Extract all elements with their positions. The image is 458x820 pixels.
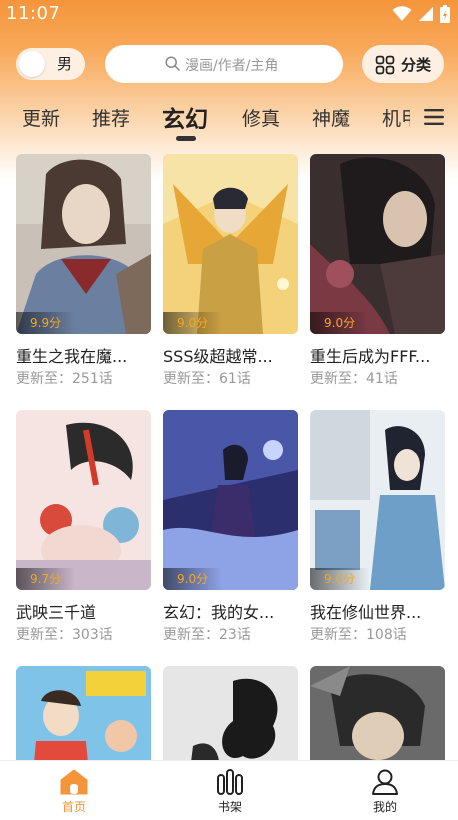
- comic-card[interactable]: 9.0分 我在修仙世界... 更新至：108话: [310, 410, 445, 644]
- comic-chapter: 更新至：41话: [310, 371, 398, 387]
- score-badge: 9.0分: [310, 568, 370, 590]
- comic-cover: 9.0分: [310, 154, 445, 334]
- tab-mecha[interactable]: 机甲: [382, 104, 410, 131]
- score-badge: 9.0分: [163, 568, 223, 590]
- comic-card[interactable]: 9.0分 SSS级超越常... 更新至：61话: [163, 154, 298, 388]
- comic-chapter: 更新至：303话: [16, 627, 113, 643]
- active-tab-indicator: [176, 136, 196, 141]
- tab-recommend[interactable]: 推荐: [92, 104, 130, 131]
- nav-home[interactable]: 首页: [34, 769, 114, 815]
- nav-profile-label: 我的: [372, 800, 397, 814]
- comic-cover: [310, 666, 445, 760]
- comic-cover: [163, 666, 298, 760]
- score-badge: 9.0分: [310, 312, 370, 334]
- comic-title: 重生后成为FFF...: [310, 347, 431, 365]
- category-label: 分类: [401, 56, 432, 74]
- comic-chapter: 更新至：251话: [16, 371, 113, 387]
- comic-card[interactable]: 9.9分 重生之我在魔... 更新至：251话: [16, 154, 151, 388]
- comic-cover: 9.0分: [163, 154, 298, 334]
- comic-cover: [16, 666, 151, 760]
- comic-card[interactable]: 9.7分 武映三千道 更新至：303话: [16, 410, 151, 644]
- comic-title: 武映三千道: [16, 603, 97, 621]
- gender-label: 男: [57, 55, 73, 73]
- battery-icon: [440, 5, 450, 23]
- comic-title: 重生之我在魔...: [16, 347, 128, 365]
- profile-icon: [372, 769, 398, 795]
- tab-update[interactable]: 更新: [22, 104, 60, 131]
- category-button[interactable]: 分类: [362, 45, 444, 83]
- tab-xiuzhen[interactable]: 修真: [242, 104, 280, 131]
- score-badge: 9.7分: [16, 568, 76, 590]
- tab-xuanhuan[interactable]: 玄幻: [162, 100, 208, 134]
- bottom-nav: 首页 书架 我的: [0, 760, 458, 820]
- status-time: 11:07: [6, 3, 61, 24]
- comic-title: 玄幻：我的女...: [163, 603, 275, 621]
- comic-chapter: 更新至：23话: [163, 627, 251, 643]
- comic-card[interactable]: [310, 666, 445, 760]
- nav-home-label: 首页: [61, 800, 86, 814]
- signal-icon: [419, 7, 433, 21]
- wifi-icon: [392, 6, 412, 21]
- gender-toggle[interactable]: 男: [16, 48, 85, 80]
- search-input[interactable]: 漫画/作者/主角: [105, 45, 343, 83]
- category-icon: [375, 55, 395, 75]
- comic-grid: 9.9分 重生之我在魔... 更新至：251话 9.0分 SSS级超越常... …: [0, 154, 458, 760]
- comic-card[interactable]: 9.0分 重生后成为FFF... 更新至：41话: [310, 154, 445, 388]
- comic-card[interactable]: [163, 666, 298, 760]
- comic-cover: 9.0分: [163, 410, 298, 590]
- score-badge: 9.0分: [163, 312, 223, 334]
- toggle-knob: [19, 51, 45, 77]
- nav-profile[interactable]: 我的: [345, 769, 425, 815]
- comic-cover: 9.9分: [16, 154, 151, 334]
- bookshelf-icon: [217, 769, 243, 795]
- search-placeholder: 漫画/作者/主角: [185, 58, 279, 74]
- search-row: 男 漫画/作者/主角 分类: [0, 45, 458, 83]
- comic-chapter: 更新至：108话: [310, 627, 407, 643]
- comic-title: SSS级超越常...: [163, 347, 273, 365]
- comic-card[interactable]: 9.0分 玄幻：我的女... 更新至：23话: [163, 410, 298, 644]
- nav-bookshelf[interactable]: 书架: [190, 769, 270, 815]
- category-tabs: 更新 推荐 玄幻 修真 神魔 机甲: [0, 96, 458, 146]
- status-bar: 11:07: [0, 0, 458, 28]
- comic-card[interactable]: [16, 666, 151, 760]
- comic-cover: 9.0分: [310, 410, 445, 590]
- comic-cover: 9.7分: [16, 410, 151, 590]
- menu-icon[interactable]: [424, 108, 444, 126]
- tab-shenmo[interactable]: 神魔: [312, 104, 350, 131]
- comic-title: 我在修仙世界...: [310, 603, 422, 621]
- home-icon: [60, 769, 88, 795]
- score-badge: 9.9分: [16, 312, 76, 334]
- search-icon: [165, 56, 180, 71]
- nav-bookshelf-label: 书架: [217, 800, 242, 814]
- comic-chapter: 更新至：61话: [163, 371, 251, 387]
